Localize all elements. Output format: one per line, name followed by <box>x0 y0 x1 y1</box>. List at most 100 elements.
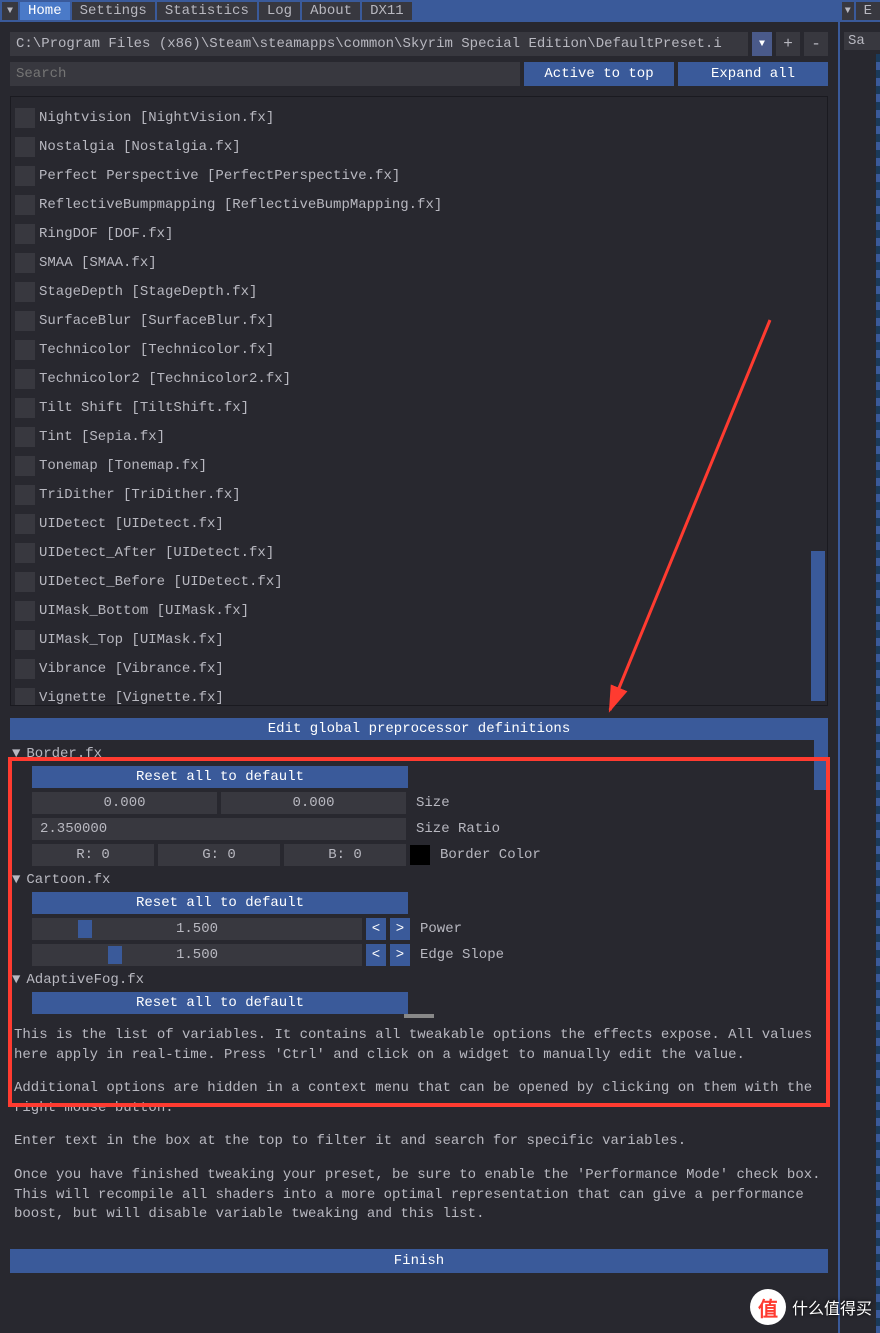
effect-label[interactable]: Nostalgia [Nostalgia.fx] <box>39 139 241 155</box>
border-color-r-input[interactable]: R: 0 <box>32 844 154 866</box>
tab-settings[interactable]: Settings <box>72 2 155 20</box>
effect-label[interactable]: Technicolor [Technicolor.fx] <box>39 342 274 358</box>
effect-label[interactable]: Vibrance [Vibrance.fx] <box>39 661 224 677</box>
effect-checkbox[interactable] <box>15 630 35 650</box>
border-color-g-input[interactable]: G: 0 <box>158 844 280 866</box>
tab-about[interactable]: About <box>302 2 360 20</box>
effect-label[interactable]: RingDOF [DOF.fx] <box>39 226 173 242</box>
tab-home[interactable]: Home <box>20 2 70 20</box>
slider-handle[interactable] <box>108 946 122 964</box>
edit-global-defs-button[interactable]: Edit global preprocessor definitions <box>10 718 828 740</box>
search-bar: Active to top Expand all <box>0 62 838 92</box>
right-toggle-icon[interactable]: ▼ <box>842 2 854 20</box>
effect-checkbox[interactable] <box>15 195 35 215</box>
effect-row: Perfect Perspective [PerfectPerspective.… <box>15 161 823 190</box>
effect-label[interactable]: UIDetect [UIDetect.fx] <box>39 516 224 532</box>
cartoon-power-inc-button[interactable]: > <box>390 918 410 940</box>
cartoon-slope-slider[interactable]: 1.500 <box>32 944 362 966</box>
finish-button[interactable]: Finish <box>10 1249 828 1273</box>
active-to-top-button[interactable]: Active to top <box>524 62 674 86</box>
cartoon-power-dec-button[interactable]: < <box>366 918 386 940</box>
effect-row: UIDetect_Before [UIDetect.fx] <box>15 567 823 596</box>
tabs-toggle-icon[interactable]: ▼ <box>2 2 18 20</box>
params-resize-handle[interactable] <box>404 1014 434 1018</box>
effect-checkbox[interactable] <box>15 340 35 360</box>
border-size-x-input[interactable]: 0.000 <box>32 792 217 814</box>
effect-checkbox[interactable] <box>15 253 35 273</box>
effect-label[interactable]: SurfaceBlur [SurfaceBlur.fx] <box>39 313 274 329</box>
border-reset-button[interactable]: Reset all to default <box>32 766 408 788</box>
effect-label[interactable]: UIMask_Bottom [UIMask.fx] <box>39 603 249 619</box>
remove-preset-button[interactable]: - <box>804 32 828 56</box>
effect-checkbox[interactable] <box>15 311 35 331</box>
effects-scrollbar[interactable] <box>811 551 825 701</box>
effect-label[interactable]: ReflectiveBumpmapping [ReflectiveBumpMap… <box>39 197 442 213</box>
cartoon-power-slider[interactable]: 1.500 <box>32 918 362 940</box>
effect-checkbox[interactable] <box>15 659 35 679</box>
adaptivefog-reset-button[interactable]: Reset all to default <box>32 992 408 1014</box>
effect-label[interactable]: Tonemap [Tonemap.fx] <box>39 458 207 474</box>
border-size-y-input[interactable]: 0.000 <box>221 792 406 814</box>
effect-checkbox[interactable] <box>15 543 35 563</box>
right-tab-e[interactable]: E <box>856 2 880 20</box>
effect-label[interactable]: Vignette [Vignette.fx] <box>39 690 224 706</box>
effect-checkbox[interactable] <box>15 137 35 157</box>
effect-row: UIDetect [UIDetect.fx] <box>15 509 823 538</box>
effect-checkbox[interactable] <box>15 398 35 418</box>
effect-label[interactable]: TriDither [TriDither.fx] <box>39 487 241 503</box>
effect-checkbox[interactable] <box>15 688 35 707</box>
border-color-b-input[interactable]: B: 0 <box>284 844 406 866</box>
border-size-label: Size <box>416 795 450 811</box>
right-panel-content <box>876 54 880 1333</box>
help-p4: Once you have finished tweaking your pre… <box>14 1166 824 1225</box>
effect-checkbox[interactable] <box>15 572 35 592</box>
preset-path-input[interactable]: C:\Program Files (x86)\Steam\steamapps\c… <box>10 32 748 56</box>
cartoon-slope-value: 1.500 <box>176 947 218 963</box>
effect-row: UIMask_Top [UIMask.fx] <box>15 625 823 654</box>
effect-checkbox[interactable] <box>15 108 35 128</box>
effect-label[interactable]: UIDetect_After [UIDetect.fx] <box>39 545 274 561</box>
add-preset-button[interactable]: + <box>776 32 800 56</box>
effect-checkbox[interactable] <box>15 427 35 447</box>
effect-checkbox[interactable] <box>15 166 35 186</box>
effect-label[interactable]: StageDepth [StageDepth.fx] <box>39 284 257 300</box>
tab-log[interactable]: Log <box>259 2 300 20</box>
effect-label[interactable]: UIDetect_Before [UIDetect.fx] <box>39 574 283 590</box>
effect-checkbox[interactable] <box>15 224 35 244</box>
effect-label[interactable]: UIMask_Top [UIMask.fx] <box>39 632 224 648</box>
cartoon-slope-dec-button[interactable]: < <box>366 944 386 966</box>
cartoon-reset-button[interactable]: Reset all to default <box>32 892 408 914</box>
effect-label[interactable]: Technicolor2 [Technicolor2.fx] <box>39 371 291 387</box>
help-p2: Additional options are hidden in a conte… <box>14 1079 824 1118</box>
effect-checkbox[interactable] <box>15 456 35 476</box>
search-input[interactable] <box>10 62 520 86</box>
expand-all-button[interactable]: Expand all <box>678 62 828 86</box>
effect-label[interactable]: Nightvision [NightVision.fx] <box>39 110 274 126</box>
effect-row: Nightvision [NightVision.fx] <box>15 103 823 132</box>
effect-row: RingDOF [DOF.fx] <box>15 219 823 248</box>
effect-checkbox[interactable] <box>15 282 35 302</box>
params-scrollbar[interactable] <box>814 740 828 790</box>
effect-checkbox[interactable] <box>15 369 35 389</box>
effect-checkbox[interactable] <box>15 514 35 534</box>
parameters-panel: Edit global preprocessor definitions ▼ B… <box>10 718 828 1018</box>
effect-label[interactable]: SMAA [SMAA.fx] <box>39 255 157 271</box>
effect-label[interactable]: Tilt Shift [TiltShift.fx] <box>39 400 249 416</box>
group-cartoon-header[interactable]: ▼ Cartoon.fx <box>10 868 828 892</box>
effect-label[interactable]: Perfect Perspective [PerfectPerspective.… <box>39 168 400 184</box>
tab-statistics[interactable]: Statistics <box>157 2 257 20</box>
border-ratio-input[interactable]: 2.350000 <box>32 818 406 840</box>
group-border-header[interactable]: ▼ Border.fx <box>10 742 828 766</box>
slider-handle[interactable] <box>78 920 92 938</box>
border-color-swatch[interactable] <box>410 845 430 865</box>
effect-checkbox[interactable] <box>15 485 35 505</box>
effect-label[interactable]: Tint [Sepia.fx] <box>39 429 165 445</box>
preset-dropdown-icon[interactable]: ▼ <box>752 32 772 56</box>
watermark-text: 什么值得买 <box>792 1295 872 1319</box>
save-button[interactable]: Sa <box>844 32 880 50</box>
watermark-icon: 值 <box>750 1289 786 1325</box>
group-adaptivefog-header[interactable]: ▼ AdaptiveFog.fx <box>10 968 828 992</box>
cartoon-slope-inc-button[interactable]: > <box>390 944 410 966</box>
effect-checkbox[interactable] <box>15 601 35 621</box>
tab-dx11[interactable]: DX11 <box>362 2 412 20</box>
